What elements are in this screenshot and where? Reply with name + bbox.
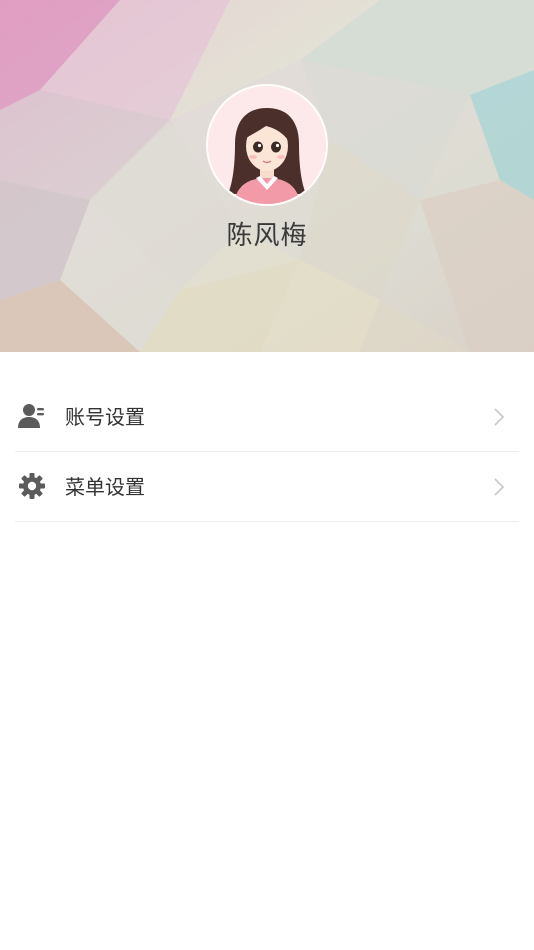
- menu-item-label: 菜单设置: [65, 475, 145, 499]
- profile-header: 陈风梅: [0, 0, 534, 352]
- menu-item-label: 账号设置: [65, 405, 145, 429]
- menu-item-menu-settings[interactable]: 菜单设置: [15, 452, 519, 522]
- user-avatar[interactable]: [208, 86, 326, 204]
- girl-avatar-icon: [208, 86, 326, 204]
- profile-screen: 陈风梅 账号设置 菜单设置: [0, 0, 534, 950]
- chevron-right-icon: [494, 408, 505, 426]
- user-settings-icon: [18, 404, 44, 428]
- menu-item-account-settings[interactable]: 账号设置: [15, 382, 519, 452]
- settings-menu: 账号设置 菜单设置: [0, 382, 534, 522]
- chevron-right-icon: [494, 478, 505, 496]
- user-name: 陈风梅: [226, 221, 308, 251]
- gear-icon: [19, 473, 45, 499]
